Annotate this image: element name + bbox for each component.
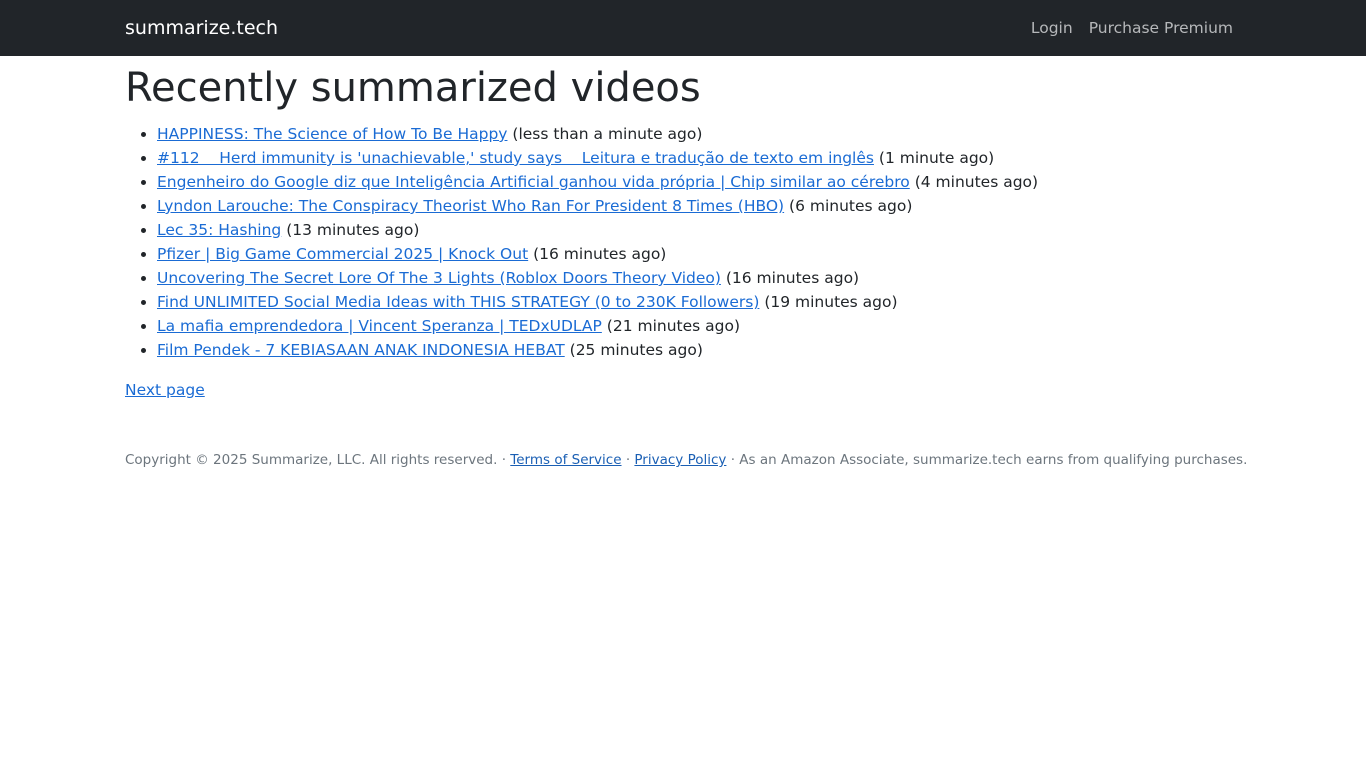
list-item: HAPPINESS: The Science of How To Be Happ… (157, 122, 1241, 146)
time-ago: (19 minutes ago) (764, 293, 898, 311)
list-item: #112 Herd immunity is 'unachievable,' st… (157, 146, 1241, 170)
list-item: Lec 35: Hashing (13 minutes ago) (157, 218, 1241, 242)
video-link[interactable]: #112 Herd immunity is 'unachievable,' st… (157, 149, 874, 167)
video-link[interactable]: La mafia emprendedora | Vincent Speranza… (157, 317, 602, 335)
time-ago: (25 minutes ago) (569, 341, 703, 359)
video-link[interactable]: Film Pendek - 7 KEBIASAAN ANAK INDONESIA… (157, 341, 565, 359)
list-item: Uncovering The Secret Lore Of The 3 Ligh… (157, 266, 1241, 290)
time-ago: (4 minutes ago) (914, 173, 1039, 191)
list-item: Lyndon Larouche: The Conspiracy Theorist… (157, 194, 1241, 218)
time-ago: (13 minutes ago) (286, 221, 420, 239)
main-content: Recently summarized videos HAPPINESS: Th… (0, 65, 1247, 468)
video-link[interactable]: Uncovering The Secret Lore Of The 3 Ligh… (157, 269, 721, 287)
amazon-disclosure-text: As an Amazon Associate, summarize.tech e… (739, 452, 1248, 468)
page-title: Recently summarized videos (125, 65, 701, 111)
privacy-policy-link[interactable]: Privacy Policy (634, 452, 726, 468)
time-ago: (6 minutes ago) (789, 197, 913, 215)
video-link[interactable]: Find UNLIMITED Social Media Ideas with T… (157, 293, 759, 311)
time-ago: (1 minute ago) (878, 149, 995, 167)
list-item: Engenheiro do Google diz que Inteligênci… (157, 170, 1241, 194)
list-item: Pfizer | Big Game Commercial 2025 | Knoc… (157, 242, 1241, 266)
video-link[interactable]: Engenheiro do Google diz que Inteligênci… (157, 173, 910, 191)
footer-separator: · (497, 452, 511, 468)
time-ago: (16 minutes ago) (725, 269, 860, 287)
brand-link[interactable]: summarize.tech (125, 0, 278, 56)
video-link[interactable]: HAPPINESS: The Science of How To Be Happ… (157, 125, 507, 143)
terms-of-service-link[interactable]: Terms of Service (510, 452, 621, 468)
navbar: summarize.tech Login Purchase Premium (0, 0, 1366, 56)
nav-links: Login Purchase Premium (1031, 19, 1233, 37)
time-ago: (less than a minute ago) (512, 125, 703, 143)
video-link[interactable]: Pfizer | Big Game Commercial 2025 | Knoc… (157, 245, 528, 263)
list-item: Film Pendek - 7 KEBIASAAN ANAK INDONESIA… (157, 338, 1241, 362)
footer-separator: · (621, 452, 635, 468)
footer: Copyright © 2025 Summarize, LLC. All rig… (125, 452, 1247, 468)
footer-separator: · (726, 452, 740, 468)
purchase-premium-link[interactable]: Purchase Premium (1089, 19, 1233, 37)
login-link[interactable]: Login (1031, 19, 1073, 37)
next-page-link[interactable]: Next page (125, 381, 205, 399)
time-ago: (16 minutes ago) (533, 245, 667, 263)
video-link[interactable]: Lyndon Larouche: The Conspiracy Theorist… (157, 197, 784, 215)
list-item: Find UNLIMITED Social Media Ideas with T… (157, 290, 1241, 314)
list-item: La mafia emprendedora | Vincent Speranza… (157, 314, 1241, 338)
video-link[interactable]: Lec 35: Hashing (157, 221, 281, 239)
copyright-text: Copyright © 2025 Summarize, LLC. All rig… (125, 452, 498, 468)
pagination: Next page (125, 378, 1241, 402)
time-ago: (21 minutes ago) (606, 317, 741, 335)
video-list: HAPPINESS: The Science of How To Be Happ… (125, 122, 1241, 362)
